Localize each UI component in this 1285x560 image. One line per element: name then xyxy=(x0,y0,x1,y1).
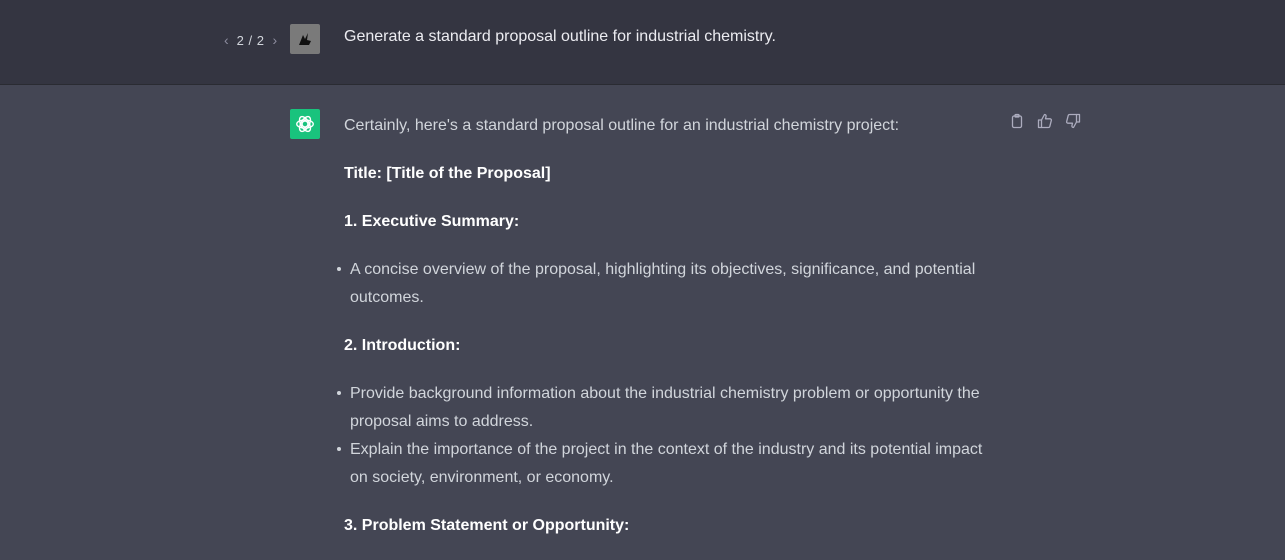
section-heading: 2. Introduction: xyxy=(344,337,461,354)
list-item: A concise overview of the proposal, high… xyxy=(337,256,1004,312)
response-count: 2 / 2 xyxy=(236,32,265,48)
list-item: Provide background information about the… xyxy=(337,380,1004,436)
section-heading: 3. Problem Statement or Opportunity: xyxy=(344,517,630,534)
response-pager: ‹ 2 / 2 › xyxy=(222,30,279,50)
user-avatar-icon xyxy=(290,24,320,54)
assistant-message-content: Certainly, here's a standard proposal ou… xyxy=(337,112,1004,560)
copy-button[interactable] xyxy=(1008,112,1026,130)
proposal-title-line: Title: [Title of the Proposal] xyxy=(344,165,551,182)
assistant-message-row: Certainly, here's a standard proposal ou… xyxy=(0,86,1285,559)
user-message-row: ‹ 2 / 2 › Generate a standard proposal o… xyxy=(0,0,1285,85)
thumbs-down-button[interactable] xyxy=(1064,112,1082,130)
bullet-list: Provide background information about the… xyxy=(337,380,1004,492)
openai-logo-icon xyxy=(290,109,320,139)
clipboard-icon xyxy=(1011,113,1023,129)
thumbs-up-icon xyxy=(1037,113,1053,129)
message-actions xyxy=(1008,112,1082,130)
previous-response-button[interactable]: ‹ xyxy=(222,32,231,48)
user-message-text: Generate a standard proposal outline for… xyxy=(344,28,776,45)
thumbs-up-button[interactable] xyxy=(1036,112,1054,130)
section-heading: 1. Executive Summary: xyxy=(344,213,520,230)
bullet-list: A concise overview of the proposal, high… xyxy=(337,256,1004,312)
thumbs-down-icon xyxy=(1065,113,1081,129)
next-response-button[interactable]: › xyxy=(270,32,279,48)
list-item: Explain the importance of the project in… xyxy=(337,436,1004,492)
intro-text: Certainly, here's a standard proposal ou… xyxy=(344,117,900,134)
